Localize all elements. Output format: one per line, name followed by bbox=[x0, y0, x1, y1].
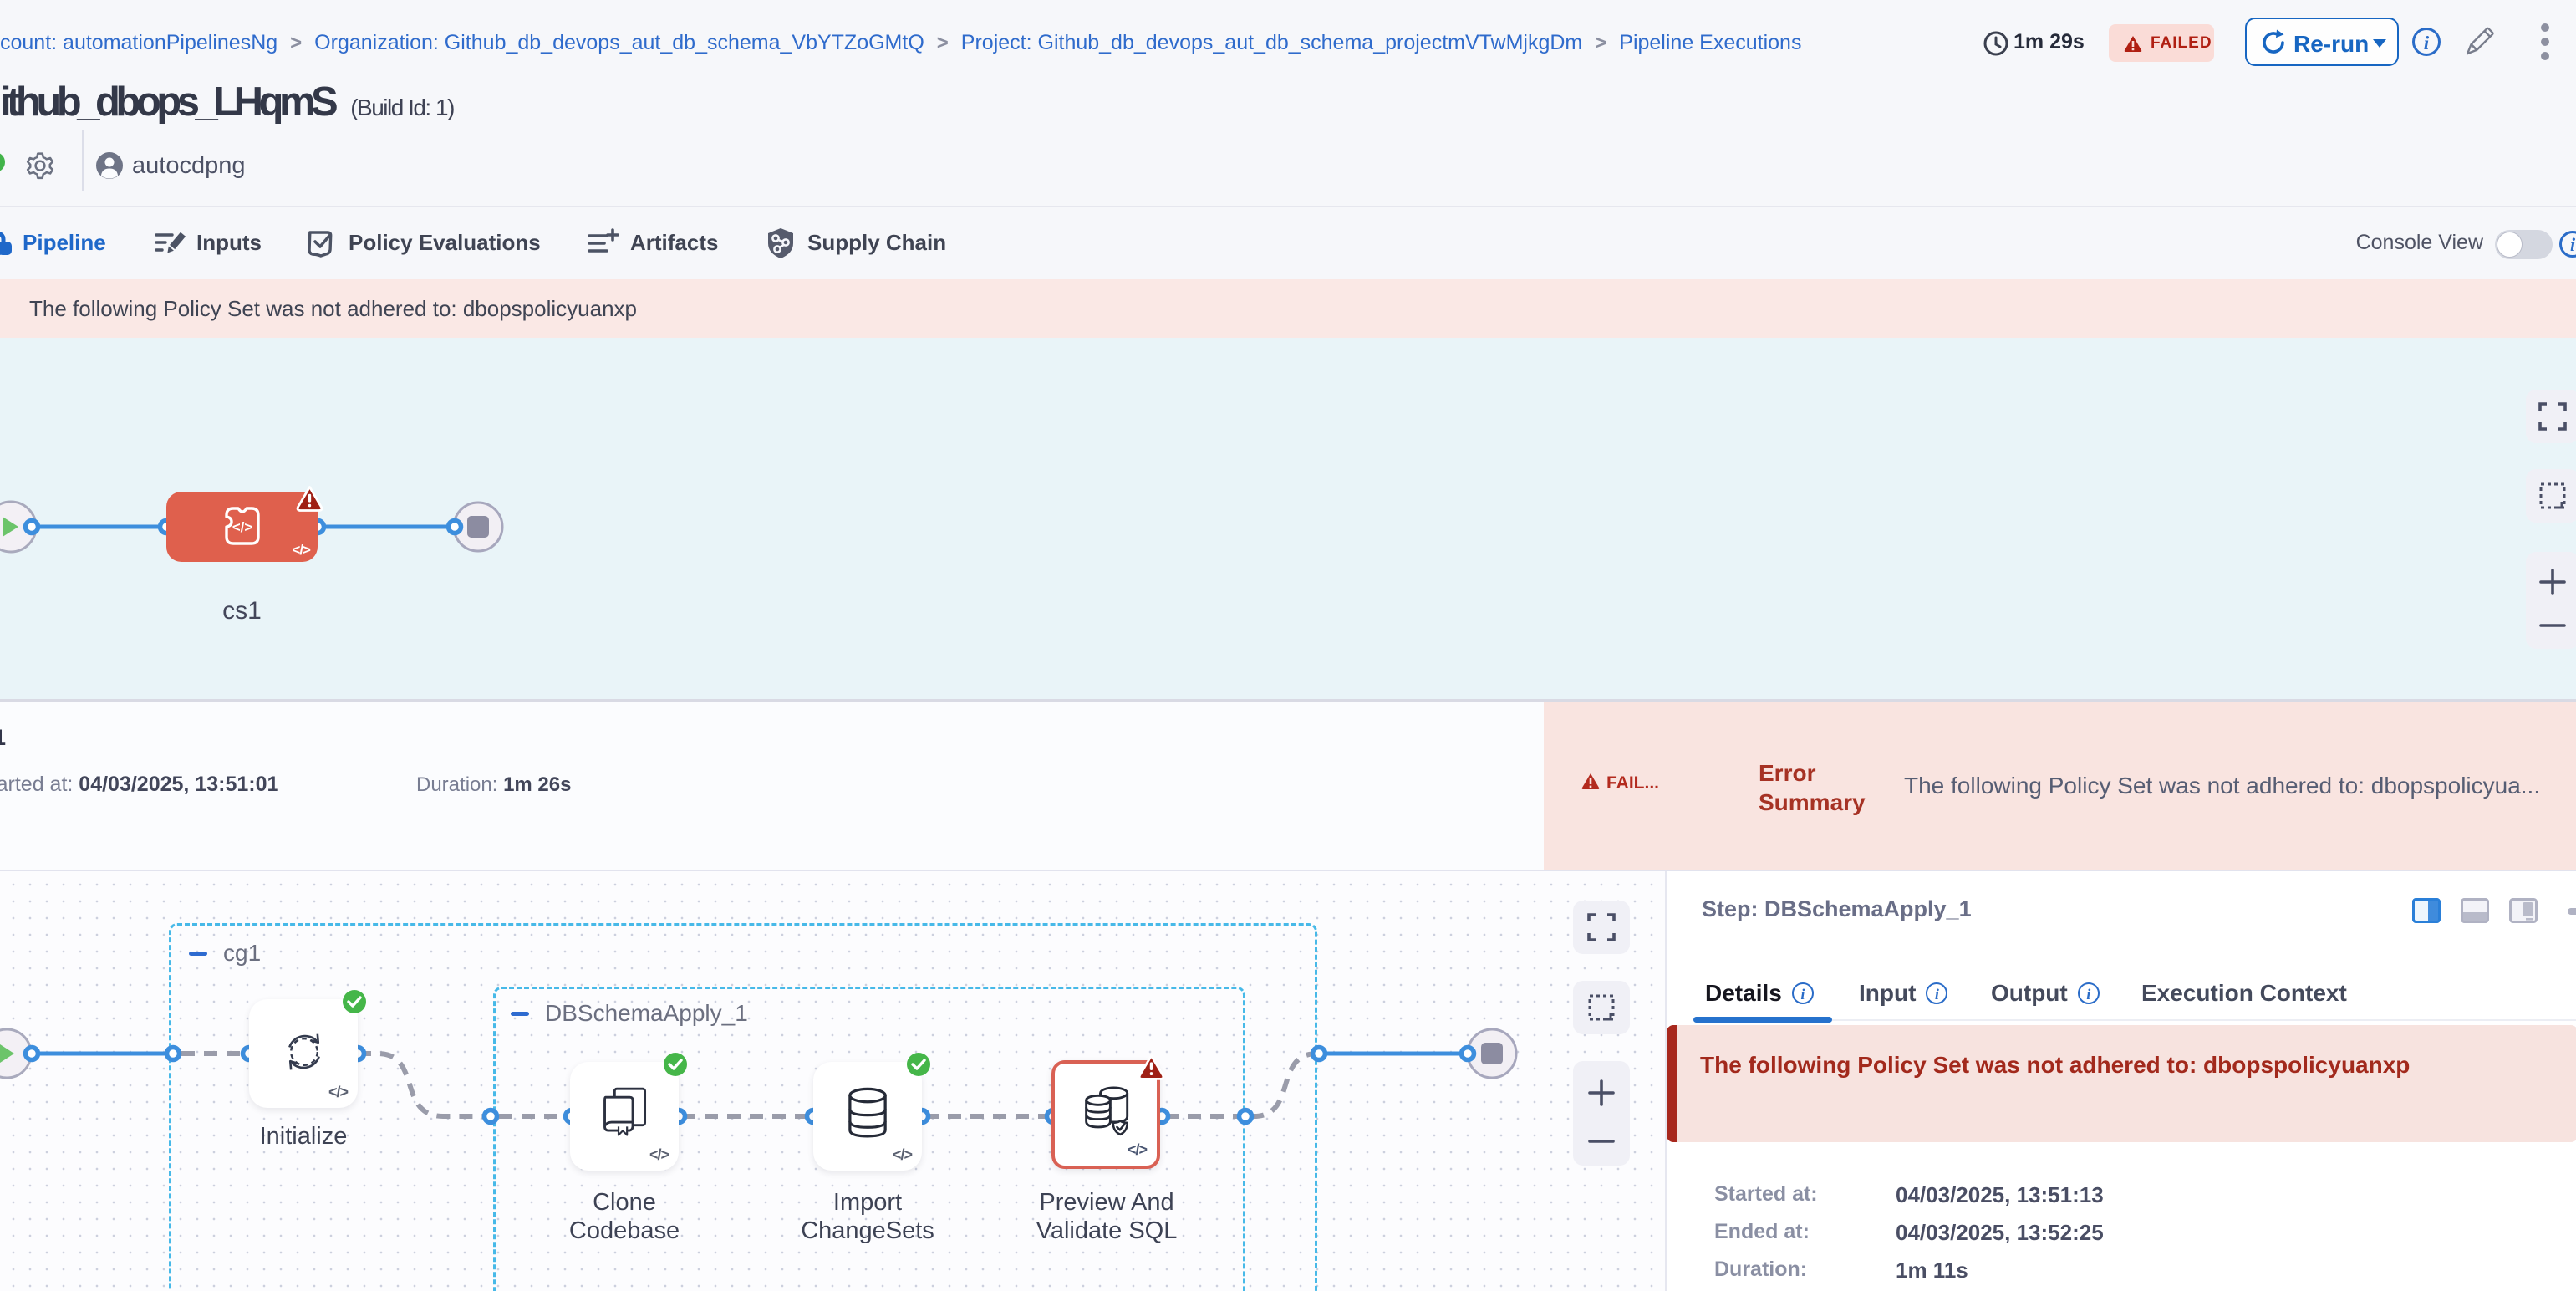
svg-text:</>: </> bbox=[232, 519, 253, 535]
